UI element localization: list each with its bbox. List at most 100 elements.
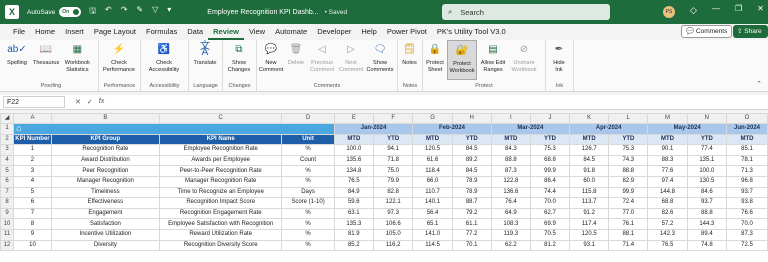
kpi-group-cell[interactable]: Diversity [50,239,160,252]
allow-edit-ranges-button[interactable]: ▤ Allow Edit Ranges [477,40,509,80]
thesaurus-button[interactable]: 📖 Thesaurus [30,40,62,80]
new-comment-button[interactable]: 💬 New Comment [257,40,285,80]
paint-icon[interactable]: ✎ [136,5,143,19]
value-cell[interactable]: 134.8 [333,165,375,177]
value-cell[interactable]: 66.0 [412,175,453,188]
value-cell[interactable]: 85.2 [333,239,375,252]
kpi-number-cell[interactable]: 7 [13,207,52,220]
delete-comment-button[interactable]: 🗑 Delete [285,40,307,80]
value-cell[interactable]: 106.6 [372,218,414,230]
column-header[interactable]: B [50,113,160,124]
month-header[interactable]: May-2024 [647,123,728,135]
header-ytd[interactable]: YTD [530,133,570,146]
column-header[interactable]: D [281,113,335,124]
spreadsheet-grid[interactable]: ◢ A B C D E F G H I J K L M N O 1 ⌂ Jan-… [0,113,768,262]
unit-cell[interactable]: % [281,144,335,156]
value-cell[interactable]: 84.9 [333,186,375,199]
value-cell[interactable]: 84.3 [490,144,532,156]
row-number[interactable]: 4 [0,154,15,167]
row-number[interactable]: 11 [0,228,15,241]
close-icon[interactable]: ✕ [757,4,764,13]
kpi-group-cell[interactable]: Recognition Rate [50,144,160,156]
header-mtd[interactable]: MTD [568,133,610,146]
kpi-group-cell[interactable]: Incentive Utilization [50,228,160,241]
value-cell[interactable]: 97.3 [372,207,414,220]
column-header[interactable]: O [726,113,768,124]
column-header[interactable]: M [647,113,688,124]
value-cell[interactable]: 93.7 [686,197,728,209]
minimize-icon[interactable]: — [712,4,720,13]
value-cell[interactable]: 117.4 [568,218,610,230]
column-header[interactable]: G [412,113,453,124]
value-cell[interactable]: 75.3 [608,144,649,156]
value-cell[interactable]: 135.3 [333,218,375,230]
value-cell[interactable]: 88.1 [608,228,649,241]
value-cell[interactable]: 120.5 [568,228,610,241]
redo-icon[interactable]: ↷ [121,5,128,19]
value-cell[interactable]: 84.5 [568,154,610,167]
spelling-button[interactable]: ab✓ Spelling [4,40,30,80]
kpi-group-cell[interactable]: Timeliness [50,186,160,199]
kpi-group-cell[interactable]: Award Distribution [50,154,160,167]
kpi-name-cell[interactable]: Reward Utilization Rate [158,228,283,241]
tab-file[interactable]: File [8,24,30,40]
unit-cell[interactable]: % [281,175,335,188]
value-cell[interactable]: 62.7 [530,207,570,220]
value-cell[interactable]: 82.8 [372,186,414,199]
column-header[interactable]: L [608,113,649,124]
value-cell[interactable]: 70.5 [530,228,570,241]
value-cell[interactable]: 70.0 [530,197,570,209]
value-cell[interactable]: 76.6 [726,207,768,220]
tab-data[interactable]: Data [182,24,208,40]
column-header[interactable]: K [568,113,610,124]
tab-insert[interactable]: Insert [60,24,89,40]
value-cell[interactable]: 93.7 [726,186,768,199]
name-box[interactable]: F22 [3,96,65,108]
value-cell[interactable]: 140.1 [412,197,453,209]
unit-cell[interactable]: Count [281,154,335,167]
value-cell[interactable]: 82.9 [608,175,649,188]
value-cell[interactable]: 84.5 [451,144,492,156]
kpi-name-cell[interactable]: Recognition Engagement Rate [158,207,283,220]
value-cell[interactable]: 68.8 [530,154,570,167]
value-cell[interactable]: 108.3 [490,218,532,230]
value-cell[interactable]: 89.2 [451,154,492,167]
avatar[interactable]: PS [663,6,675,18]
check-performance-button[interactable]: ⚡ Check Performance [99,40,139,80]
value-cell[interactable]: 71.3 [726,165,768,177]
value-cell[interactable]: 74.3 [608,154,649,167]
value-cell[interactable]: 88.7 [451,197,492,209]
value-cell[interactable]: 72.4 [608,197,649,209]
kpi-name-cell[interactable]: Time to Recognize an Employee [158,186,283,199]
value-cell[interactable]: 77.0 [608,207,649,220]
protect-workbook-button[interactable]: 🔐 Protect Workbook [447,40,477,80]
value-cell[interactable]: 86.4 [530,175,570,188]
kpi-name-cell[interactable]: Recognition Impact Score [158,197,283,209]
header-ytd[interactable]: YTD [608,133,649,146]
value-cell[interactable]: 93.8 [726,197,768,209]
value-cell[interactable]: 77.4 [686,144,728,156]
value-cell[interactable]: 105.0 [372,228,414,241]
column-header[interactable]: C [158,113,283,124]
row-number[interactable]: 8 [0,197,15,209]
value-cell[interactable]: 76.4 [490,197,532,209]
header-mtd[interactable]: MTD [333,133,375,146]
month-header[interactable]: Mar-2024 [490,123,570,135]
value-cell[interactable]: 74.8 [686,239,728,252]
share-button[interactable]: ⇪ Share ▾ [733,25,768,48]
value-cell[interactable]: 96.8 [726,175,768,188]
value-cell[interactable]: 68.8 [647,197,688,209]
kpi-number-cell[interactable]: 5 [13,186,52,199]
value-cell[interactable]: 99.9 [608,186,649,199]
value-cell[interactable]: 100.0 [686,165,728,177]
row-number[interactable]: 1 [0,123,15,135]
value-cell[interactable]: 78.1 [726,154,768,167]
autosave-toggle[interactable]: On [59,7,82,17]
tab-pk-utility[interactable]: PK's Utility Tool V3.0 [432,24,511,40]
value-cell[interactable]: 76.5 [333,175,375,188]
save-icon[interactable]: 🖫 [89,5,96,19]
value-cell[interactable]: 142.3 [647,228,688,241]
unit-cell[interactable]: % [281,207,335,220]
kpi-number-cell[interactable]: 4 [13,175,52,188]
kpi-group-cell[interactable]: Peer Recognition [50,165,160,177]
